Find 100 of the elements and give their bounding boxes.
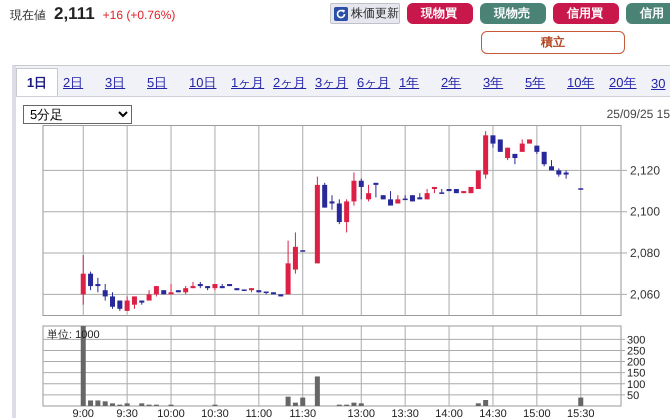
candlestick bbox=[564, 170, 569, 180]
volume-bar bbox=[139, 403, 144, 406]
period-tab[interactable]: 2日 bbox=[58, 70, 100, 96]
candlestick bbox=[286, 240, 291, 295]
candlestick bbox=[490, 134, 496, 148]
price-change: +16 (+0.76%) bbox=[102, 8, 176, 22]
order-button[interactable]: 現物買 bbox=[407, 3, 473, 24]
order-button[interactable]: 信用 bbox=[626, 3, 670, 24]
candlestick bbox=[402, 194, 408, 200]
candlestick bbox=[270, 292, 276, 295]
candlestick bbox=[468, 186, 474, 194]
volume-bar bbox=[578, 398, 584, 406]
candlestick bbox=[154, 286, 159, 297]
axis-label: 2,120 bbox=[630, 163, 660, 178]
volume-bar bbox=[351, 402, 356, 406]
axis-label: 300 bbox=[627, 334, 646, 346]
candlestick bbox=[373, 182, 378, 198]
candlestick bbox=[110, 292, 115, 310]
interval-select[interactable]: 5分足 bbox=[23, 105, 132, 124]
candlestick bbox=[300, 250, 306, 252]
candlestick bbox=[139, 300, 144, 306]
candlestick bbox=[424, 188, 430, 200]
volume-bar bbox=[102, 401, 108, 406]
volume-bar bbox=[124, 403, 130, 406]
candlestick bbox=[446, 188, 452, 192]
candlestick bbox=[212, 284, 218, 291]
candlestick bbox=[205, 286, 210, 291]
candlestick bbox=[578, 188, 584, 190]
candlestick bbox=[512, 153, 518, 165]
candlestick bbox=[476, 170, 481, 190]
candlestick bbox=[88, 271, 94, 291]
period-tab[interactable]: 3日 bbox=[100, 70, 142, 96]
volume-bar bbox=[476, 403, 481, 406]
axis-label: 13:00 bbox=[348, 408, 376, 418]
candlestick bbox=[102, 284, 108, 302]
period-tab[interactable]: 1日 bbox=[16, 68, 58, 96]
candlestick bbox=[190, 281, 196, 289]
volume-bar bbox=[95, 400, 100, 406]
order-button[interactable]: 信用買 bbox=[553, 3, 619, 24]
candlestick bbox=[278, 294, 284, 297]
period-tab[interactable]: 30 bbox=[646, 70, 670, 96]
period-tab[interactable]: 10日 bbox=[184, 70, 226, 96]
candlestick bbox=[351, 172, 356, 206]
period-tab[interactable]: 10年 bbox=[562, 70, 604, 96]
axis-label: 9:30 bbox=[116, 408, 138, 418]
axis-label: 100 bbox=[627, 378, 646, 391]
candlestick bbox=[146, 290, 152, 302]
refresh-icon bbox=[334, 6, 348, 20]
candlestick bbox=[161, 290, 166, 295]
axis-label: 150 bbox=[627, 368, 646, 380]
candlestick bbox=[417, 192, 422, 200]
candlestick bbox=[176, 290, 181, 293]
volume-bar bbox=[314, 376, 320, 406]
candlestick bbox=[380, 194, 386, 200]
period-tab[interactable]: 3ヶ月 bbox=[310, 70, 352, 96]
candlestick bbox=[483, 130, 488, 180]
candlestick bbox=[168, 284, 174, 295]
volume-bar bbox=[286, 396, 291, 406]
candlestick bbox=[439, 188, 444, 194]
period-tab[interactable]: 1ヶ月 bbox=[226, 70, 268, 96]
candlestick bbox=[264, 292, 269, 295]
period-tab[interactable]: 2年 bbox=[436, 70, 478, 96]
timestamp: 25/09/25 15 bbox=[606, 107, 670, 121]
candlestick bbox=[556, 168, 562, 178]
candlestick bbox=[292, 232, 298, 274]
candlestick bbox=[395, 194, 400, 204]
volume-bar bbox=[483, 400, 488, 406]
axis-label: 9:00 bbox=[72, 408, 94, 418]
candlestick bbox=[520, 138, 525, 152]
candlestick bbox=[527, 138, 532, 144]
candlestick bbox=[234, 288, 240, 291]
period-tab[interactable]: 6ヶ月 bbox=[352, 70, 394, 96]
candlestick bbox=[549, 160, 554, 171]
axis-label: 2,100 bbox=[630, 204, 660, 219]
candlestick bbox=[542, 151, 547, 167]
candlestick bbox=[124, 296, 130, 312]
period-tab[interactable]: 20年 bbox=[604, 70, 646, 96]
accumulate-button[interactable]: 積立 bbox=[481, 31, 625, 54]
axis-label: 15:00 bbox=[523, 408, 551, 418]
period-tab[interactable]: 5日 bbox=[142, 70, 184, 96]
candlestick bbox=[242, 289, 247, 291]
volume-bar bbox=[358, 403, 364, 406]
volume-bar bbox=[292, 402, 298, 406]
axis-label: 11:30 bbox=[289, 408, 316, 418]
candlestick bbox=[249, 288, 254, 293]
axis-label: 2,060 bbox=[630, 287, 660, 302]
candlestick bbox=[498, 138, 503, 152]
period-tab[interactable]: 3年 bbox=[478, 70, 520, 96]
axis-label: 11:00 bbox=[245, 408, 272, 418]
axis-label: 14:00 bbox=[435, 408, 463, 418]
candlestick bbox=[410, 194, 415, 202]
candlestick bbox=[95, 277, 100, 293]
candlestick bbox=[80, 254, 86, 306]
candlestick bbox=[322, 182, 328, 208]
candlestick bbox=[461, 190, 466, 194]
order-button[interactable]: 現物売 bbox=[480, 3, 546, 24]
refresh-button[interactable]: 株価更新 bbox=[330, 3, 400, 24]
period-tab[interactable]: 2ヶ月 bbox=[268, 70, 310, 96]
period-tab[interactable]: 5年 bbox=[520, 70, 562, 96]
period-tab[interactable]: 1年 bbox=[394, 70, 436, 96]
